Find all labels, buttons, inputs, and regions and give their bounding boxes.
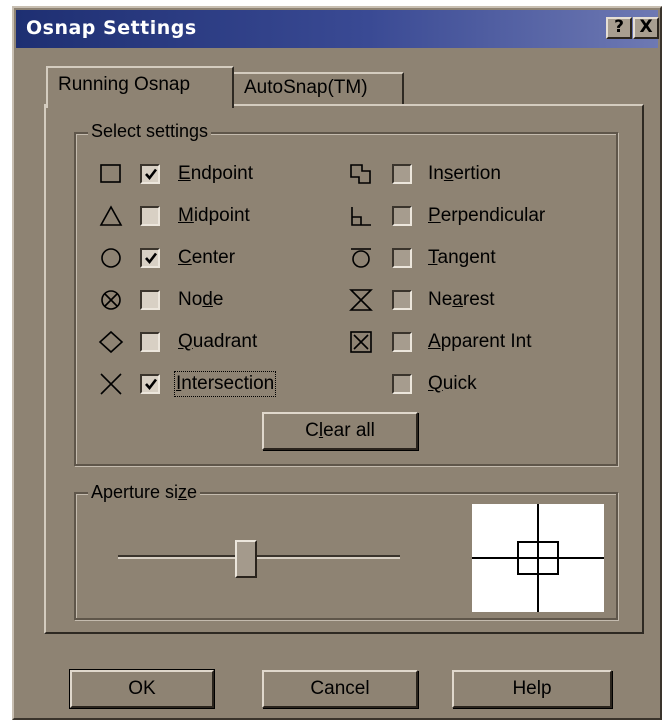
title-bar[interactable]: Osnap Settings ? X (16, 10, 659, 48)
help-button[interactable]: Help (452, 670, 612, 708)
node-circle-x-icon (101, 290, 121, 310)
tab-autosnap[interactable]: AutoSnap(TM) (232, 72, 404, 106)
ok-button[interactable]: OK (69, 669, 215, 709)
tab-autosnap-label: AutoSnap(TM) (244, 77, 368, 98)
title-close-button[interactable]: X (633, 17, 659, 39)
tab-running-osnap-label: Running Osnap (58, 74, 191, 95)
apparent-int-icon (350, 331, 372, 353)
insertion-checkbox[interactable] (392, 164, 412, 184)
insertion-icon (350, 164, 371, 184)
aperture-preview (472, 504, 604, 612)
aperture-size-title: Aperture size (88, 482, 201, 503)
nearest-hourglass-icon (349, 289, 373, 311)
check-mark-icon (145, 378, 158, 391)
nearest-label: Nearest (428, 289, 495, 310)
aperture-crosshair-icon (472, 504, 604, 612)
nearest-checkbox[interactable] (392, 290, 412, 310)
window-title: Osnap Settings (26, 17, 197, 39)
intersection-x-icon (100, 373, 122, 395)
perpendicular-checkbox[interactable] (392, 206, 412, 226)
aperture-slider-track[interactable] (118, 555, 400, 559)
tangent-checkbox[interactable] (392, 248, 412, 268)
apparent-int-checkbox[interactable] (392, 332, 412, 352)
midpoint-label: Midpoint (178, 205, 250, 226)
endpoint-label: Endpoint (178, 163, 254, 184)
center-checkbox[interactable] (140, 248, 160, 268)
tangent-icon (351, 248, 371, 268)
check-mark-icon (145, 252, 158, 265)
title-help-button[interactable]: ? (606, 17, 632, 39)
perpendicular-label: Perpendicular (428, 205, 546, 226)
tangent-label: Tangent (428, 247, 496, 268)
endpoint-square-icon (100, 164, 121, 183)
quadrant-checkbox[interactable] (140, 332, 160, 352)
insertion-label: Insertion (428, 163, 501, 184)
perpendicular-icon (351, 207, 371, 226)
check-mark-icon (145, 168, 158, 181)
quick-label: Quick (428, 373, 477, 394)
center-circle-icon (101, 248, 121, 268)
intersection-checkbox[interactable] (140, 374, 160, 394)
quadrant-diamond-icon (98, 330, 124, 354)
node-label: Node (178, 289, 224, 310)
clear-all-button[interactable]: Clear all (262, 412, 418, 450)
node-checkbox[interactable] (140, 290, 160, 310)
intersection-label: Intersection (173, 371, 277, 397)
aperture-slider-thumb[interactable] (235, 540, 257, 578)
apparent-int-label: Apparent Int (428, 331, 532, 352)
select-settings-title: Select settings (88, 121, 212, 142)
cancel-button[interactable]: Cancel (262, 670, 418, 708)
midpoint-checkbox[interactable] (140, 206, 160, 226)
midpoint-triangle-icon (99, 205, 123, 226)
quick-checkbox[interactable] (392, 374, 412, 394)
tab-running-osnap[interactable]: Running Osnap (46, 66, 234, 108)
endpoint-checkbox[interactable] (140, 164, 160, 184)
center-label: Center (178, 247, 236, 268)
quadrant-label: Quadrant (178, 331, 258, 352)
